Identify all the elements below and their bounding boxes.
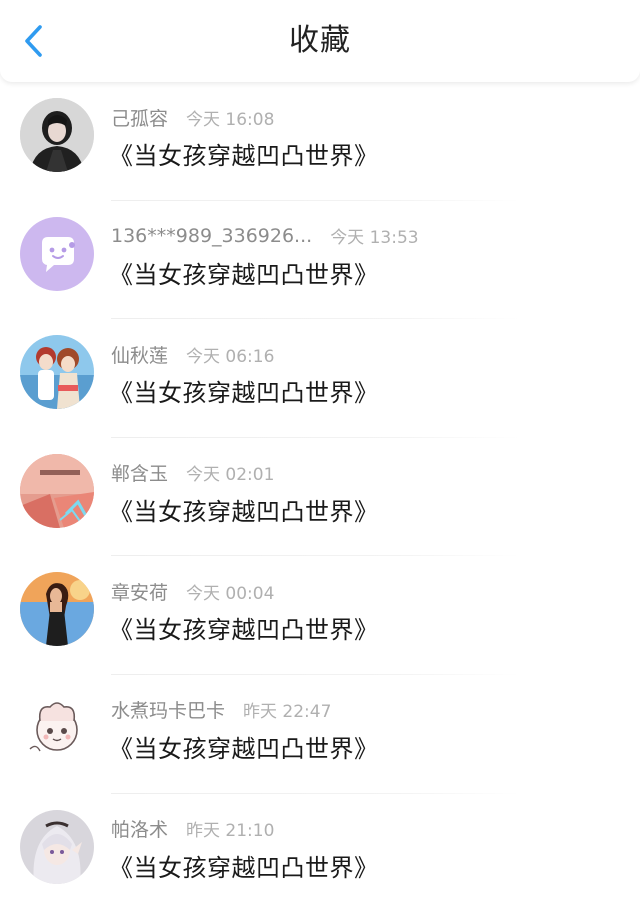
item-content: 《当女孩穿越凹凸世界》 [109,260,379,289]
favorites-list: 己孤容 今天 16:08 《当女孩穿越凹凸世界》 136***989_33692… [0,82,640,904]
top-bar: 收藏 [0,0,640,82]
avatar[interactable] [20,98,94,172]
list-item[interactable]: 仙秋莲 今天 06:16 《当女孩穿越凹凸世界》 [0,319,640,438]
avatar[interactable] [20,216,94,291]
item-content: 《当女孩穿越凹凸世界》 [109,379,379,408]
timestamp: 今天 13:53 [330,228,419,249]
username: 仙秋莲 [111,344,169,367]
favorites-screen: 收藏 己孤容 今天 16:08 《当女孩穿越凹凸世界》 136***989_33… [0,0,640,904]
username: 136***989_336926... [111,224,313,247]
timestamp: 今天 06:16 [186,346,275,367]
timestamp: 今天 16:08 [186,109,275,130]
avatar[interactable] [20,690,94,765]
item-content: 《当女孩穿越凹凸世界》 [109,142,379,170]
avatar[interactable] [20,335,94,410]
avatar[interactable] [20,809,94,884]
timestamp: 昨天 21:10 [186,821,275,842]
item-content: 《当女孩穿越凹凸世界》 [109,497,379,526]
username: 章安荷 [111,581,169,604]
item-meta: 章安荷 今天 00:04 [111,578,274,604]
username: 己孤容 [111,107,169,130]
item-content: 《当女孩穿越凹凸世界》 [109,853,379,882]
username: 郸含玉 [111,463,169,486]
item-meta: 仙秋莲 今天 06:16 [111,341,274,367]
item-meta: 己孤容 今天 16:08 [111,104,274,130]
list-item[interactable]: 水煮玛卡巴卡 昨天 22:47 《当女孩穿越凹凸世界》 [0,675,640,794]
timestamp: 今天 00:04 [186,583,275,604]
page-title: 收藏 [289,23,351,58]
list-item[interactable]: 郸含玉 今天 02:01 《当女孩穿越凹凸世界》 [0,438,640,557]
item-meta: 136***989_336926... 今天 13:53 [111,223,419,249]
username: 帕洛术 [111,819,169,842]
list-item[interactable]: 帕洛术 昨天 21:10 《当女孩穿越凹凸世界》 [0,794,640,904]
item-content: 《当女孩穿越凹凸世界》 [109,616,379,645]
avatar[interactable] [20,572,94,647]
item-meta: 帕洛术 昨天 21:10 [111,816,274,842]
avatar[interactable] [20,453,94,528]
list-item[interactable]: 己孤容 今天 16:08 《当女孩穿越凹凸世界》 [0,82,640,201]
item-meta: 郸含玉 今天 02:01 [111,460,274,486]
list-item[interactable]: 136***989_336926... 今天 13:53 《当女孩穿越凹凸世界》 [0,201,640,320]
timestamp: 今天 02:01 [186,465,275,486]
list-item[interactable]: 章安荷 今天 00:04 《当女孩穿越凹凸世界》 [0,556,640,675]
timestamp: 昨天 22:47 [243,702,332,723]
item-content: 《当女孩穿越凹凸世界》 [109,734,379,763]
username: 水煮玛卡巴卡 [111,700,226,723]
item-meta: 水煮玛卡巴卡 昨天 22:47 [111,697,331,723]
